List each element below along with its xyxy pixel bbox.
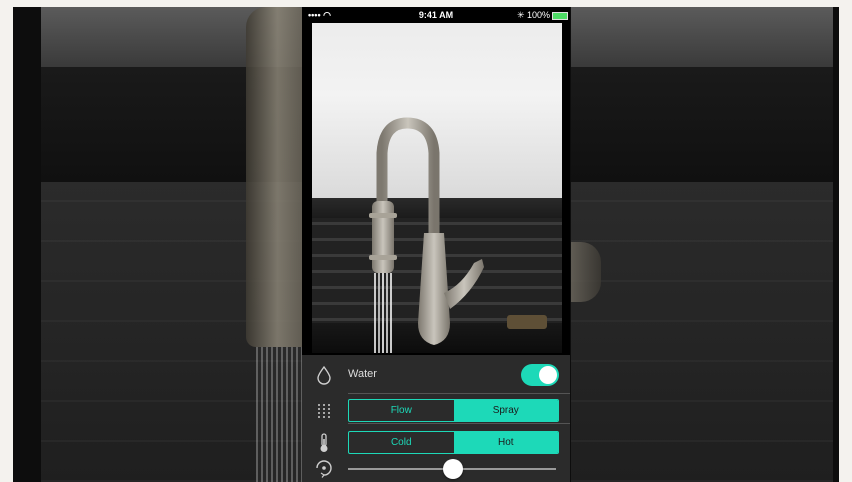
- water-drop-icon: [314, 365, 334, 385]
- faucet-spray-head: [372, 201, 394, 273]
- blurred-water-stream: [256, 347, 303, 482]
- faucet-body: [418, 233, 450, 345]
- controls-panel: Water Flow Spray Cold Hot: [302, 355, 570, 482]
- water-stream: [374, 273, 392, 353]
- hot-option[interactable]: Hot: [453, 432, 558, 453]
- divider: [348, 393, 570, 394]
- temperature-segmented-control: Cold Hot: [348, 431, 559, 454]
- mode-row: Flow Spray: [302, 396, 570, 426]
- blurred-background-right: [571, 7, 833, 482]
- flow-option[interactable]: Flow: [349, 400, 454, 421]
- divider: [348, 423, 570, 424]
- blurred-background-left: [41, 7, 303, 482]
- status-bar: •••• ◠ 9:41 AM ✳ 100%: [302, 7, 570, 23]
- ar-camera-view[interactable]: [312, 23, 562, 353]
- mode-segmented-control: Flow Spray: [348, 399, 559, 422]
- battery-indicator: ✳ 100%: [517, 10, 568, 21]
- spray-option[interactable]: Spray: [453, 400, 558, 421]
- cold-option[interactable]: Cold: [349, 432, 454, 453]
- phone-screen: •••• ◠ 9:41 AM ✳ 100% Water Flow Spray C…: [302, 7, 570, 482]
- water-toggle[interactable]: [521, 364, 559, 386]
- rotate-icon: [314, 458, 334, 478]
- water-label: Water: [348, 368, 377, 380]
- temperature-row: Cold Hot: [302, 428, 570, 458]
- faucet-handle: [444, 259, 484, 309]
- toggle-knob: [539, 366, 557, 384]
- water-row: Water: [302, 360, 570, 390]
- rotation-slider-thumb[interactable]: [443, 459, 463, 479]
- thermometer-icon: [314, 433, 334, 453]
- soap-bar: [507, 315, 547, 329]
- blurred-faucet-handle: [571, 242, 601, 302]
- faucet-model[interactable]: [312, 23, 562, 353]
- blurred-faucet: [246, 7, 303, 347]
- spray-dots-icon: [314, 401, 334, 421]
- battery-icon: [552, 11, 568, 20]
- battery-text: ✳ 100%: [516, 10, 550, 20]
